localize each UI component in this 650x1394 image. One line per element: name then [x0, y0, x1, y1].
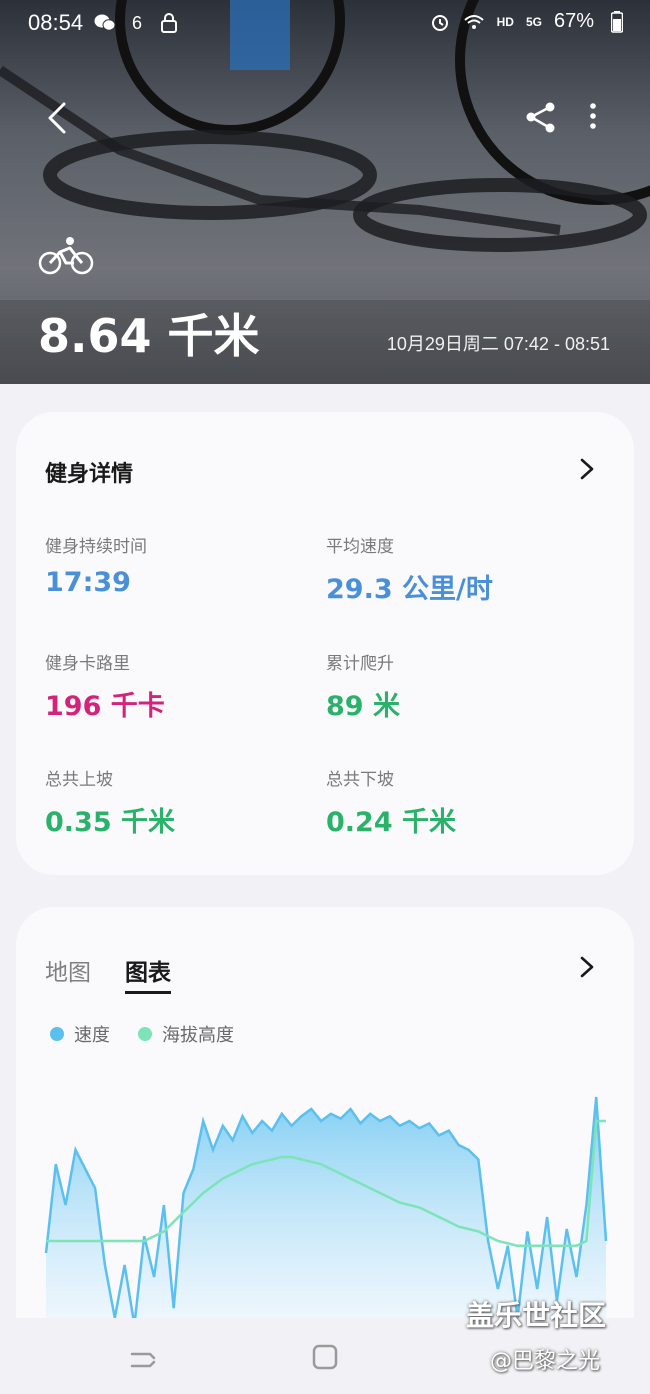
tab-map[interactable]: 地图 — [45, 953, 91, 987]
stat-label: 平均速度 — [326, 537, 394, 557]
alarm-icon — [429, 11, 451, 33]
tab-chart[interactable]: 图表 — [125, 953, 171, 994]
share-icon — [526, 102, 555, 133]
recent-apps-button[interactable] — [128, 1344, 158, 1374]
stat-label: 健身卡路里 — [45, 654, 130, 674]
chevron-right-icon — [580, 956, 594, 978]
more-vertical-icon — [590, 103, 596, 129]
battery-percent: 67% — [553, 10, 594, 32]
workout-details-card[interactable]: 健身详情 健身持续时间 17:39 平均速度 29.3 公里/时 健身卡路里 1… — [16, 412, 634, 875]
stat-value: 0.24 千米 — [326, 807, 457, 838]
total-distance: 8.64 千米 — [38, 309, 260, 363]
legend-label-altitude: 海拔高度 — [162, 1025, 234, 1046]
watermark-title: 盖乐世社区 — [466, 1299, 607, 1332]
5g-icon: 5G — [525, 14, 542, 29]
signal-6-icon: 6 — [131, 12, 142, 33]
stat-label: 总共下坡 — [326, 770, 394, 790]
stat-calories: 健身卡路里 196 千卡 — [45, 649, 315, 723]
stat-label: 健身持续时间 — [45, 537, 147, 557]
status-time: 08:54 — [28, 10, 84, 35]
stat-label: 累计爬升 — [326, 654, 394, 674]
bicycle-icon — [38, 236, 94, 276]
watermark-author: @巴黎之光 — [490, 1349, 601, 1374]
legend-dot-altitude — [138, 1027, 152, 1041]
chevron-right-icon — [580, 458, 594, 480]
stat-label: 总共上坡 — [45, 770, 113, 790]
stat-value: 89 米 — [326, 691, 400, 722]
home-icon — [312, 1344, 338, 1370]
stat-elevation-gain: 累计爬升 89 米 — [326, 649, 596, 723]
workout-datetime: 10月29日周二 07:42 - 08:51 — [386, 334, 610, 354]
stat-duration: 健身持续时间 17:39 — [45, 532, 315, 598]
home-button[interactable] — [310, 1342, 340, 1372]
lock-icon — [158, 12, 180, 34]
stat-downhill: 总共下坡 0.24 千米 — [326, 765, 596, 839]
chart-chevron-button[interactable] — [578, 954, 596, 980]
wifi-icon — [463, 11, 485, 33]
more-options-button[interactable] — [578, 98, 608, 138]
hero-banner: 08:54 6 HD 5G 67% 8.64 千米 10月29日周二 07:42… — [0, 0, 650, 384]
recent-apps-icon — [130, 1352, 156, 1368]
stat-value: 196 千卡 — [45, 691, 165, 722]
stat-value: 0.35 千米 — [45, 807, 176, 838]
status-bar: 08:54 6 HD 5G 67% — [0, 0, 650, 48]
stat-value: 17:39 — [45, 567, 131, 598]
hd-icon: HD — [496, 14, 514, 29]
legend-label-speed: 速度 — [74, 1025, 110, 1046]
stat-value: 29.3 公里/时 — [326, 574, 493, 605]
wechat-icon — [94, 12, 116, 34]
chart-legend: 速度 海拔高度 — [50, 1021, 234, 1047]
chevron-left-icon — [48, 102, 66, 134]
card-title: 健身详情 — [45, 462, 134, 487]
share-button[interactable] — [522, 98, 562, 138]
battery-icon — [606, 10, 628, 33]
legend-dot-speed — [50, 1027, 64, 1041]
details-chevron-button[interactable] — [578, 456, 596, 482]
stat-uphill: 总共上坡 0.35 千米 — [45, 765, 315, 839]
back-button[interactable] — [40, 98, 80, 138]
chart-card: 地图 图表 速度 海拔高度 — [16, 907, 634, 1337]
stat-average-speed: 平均速度 29.3 公里/时 — [326, 532, 596, 606]
